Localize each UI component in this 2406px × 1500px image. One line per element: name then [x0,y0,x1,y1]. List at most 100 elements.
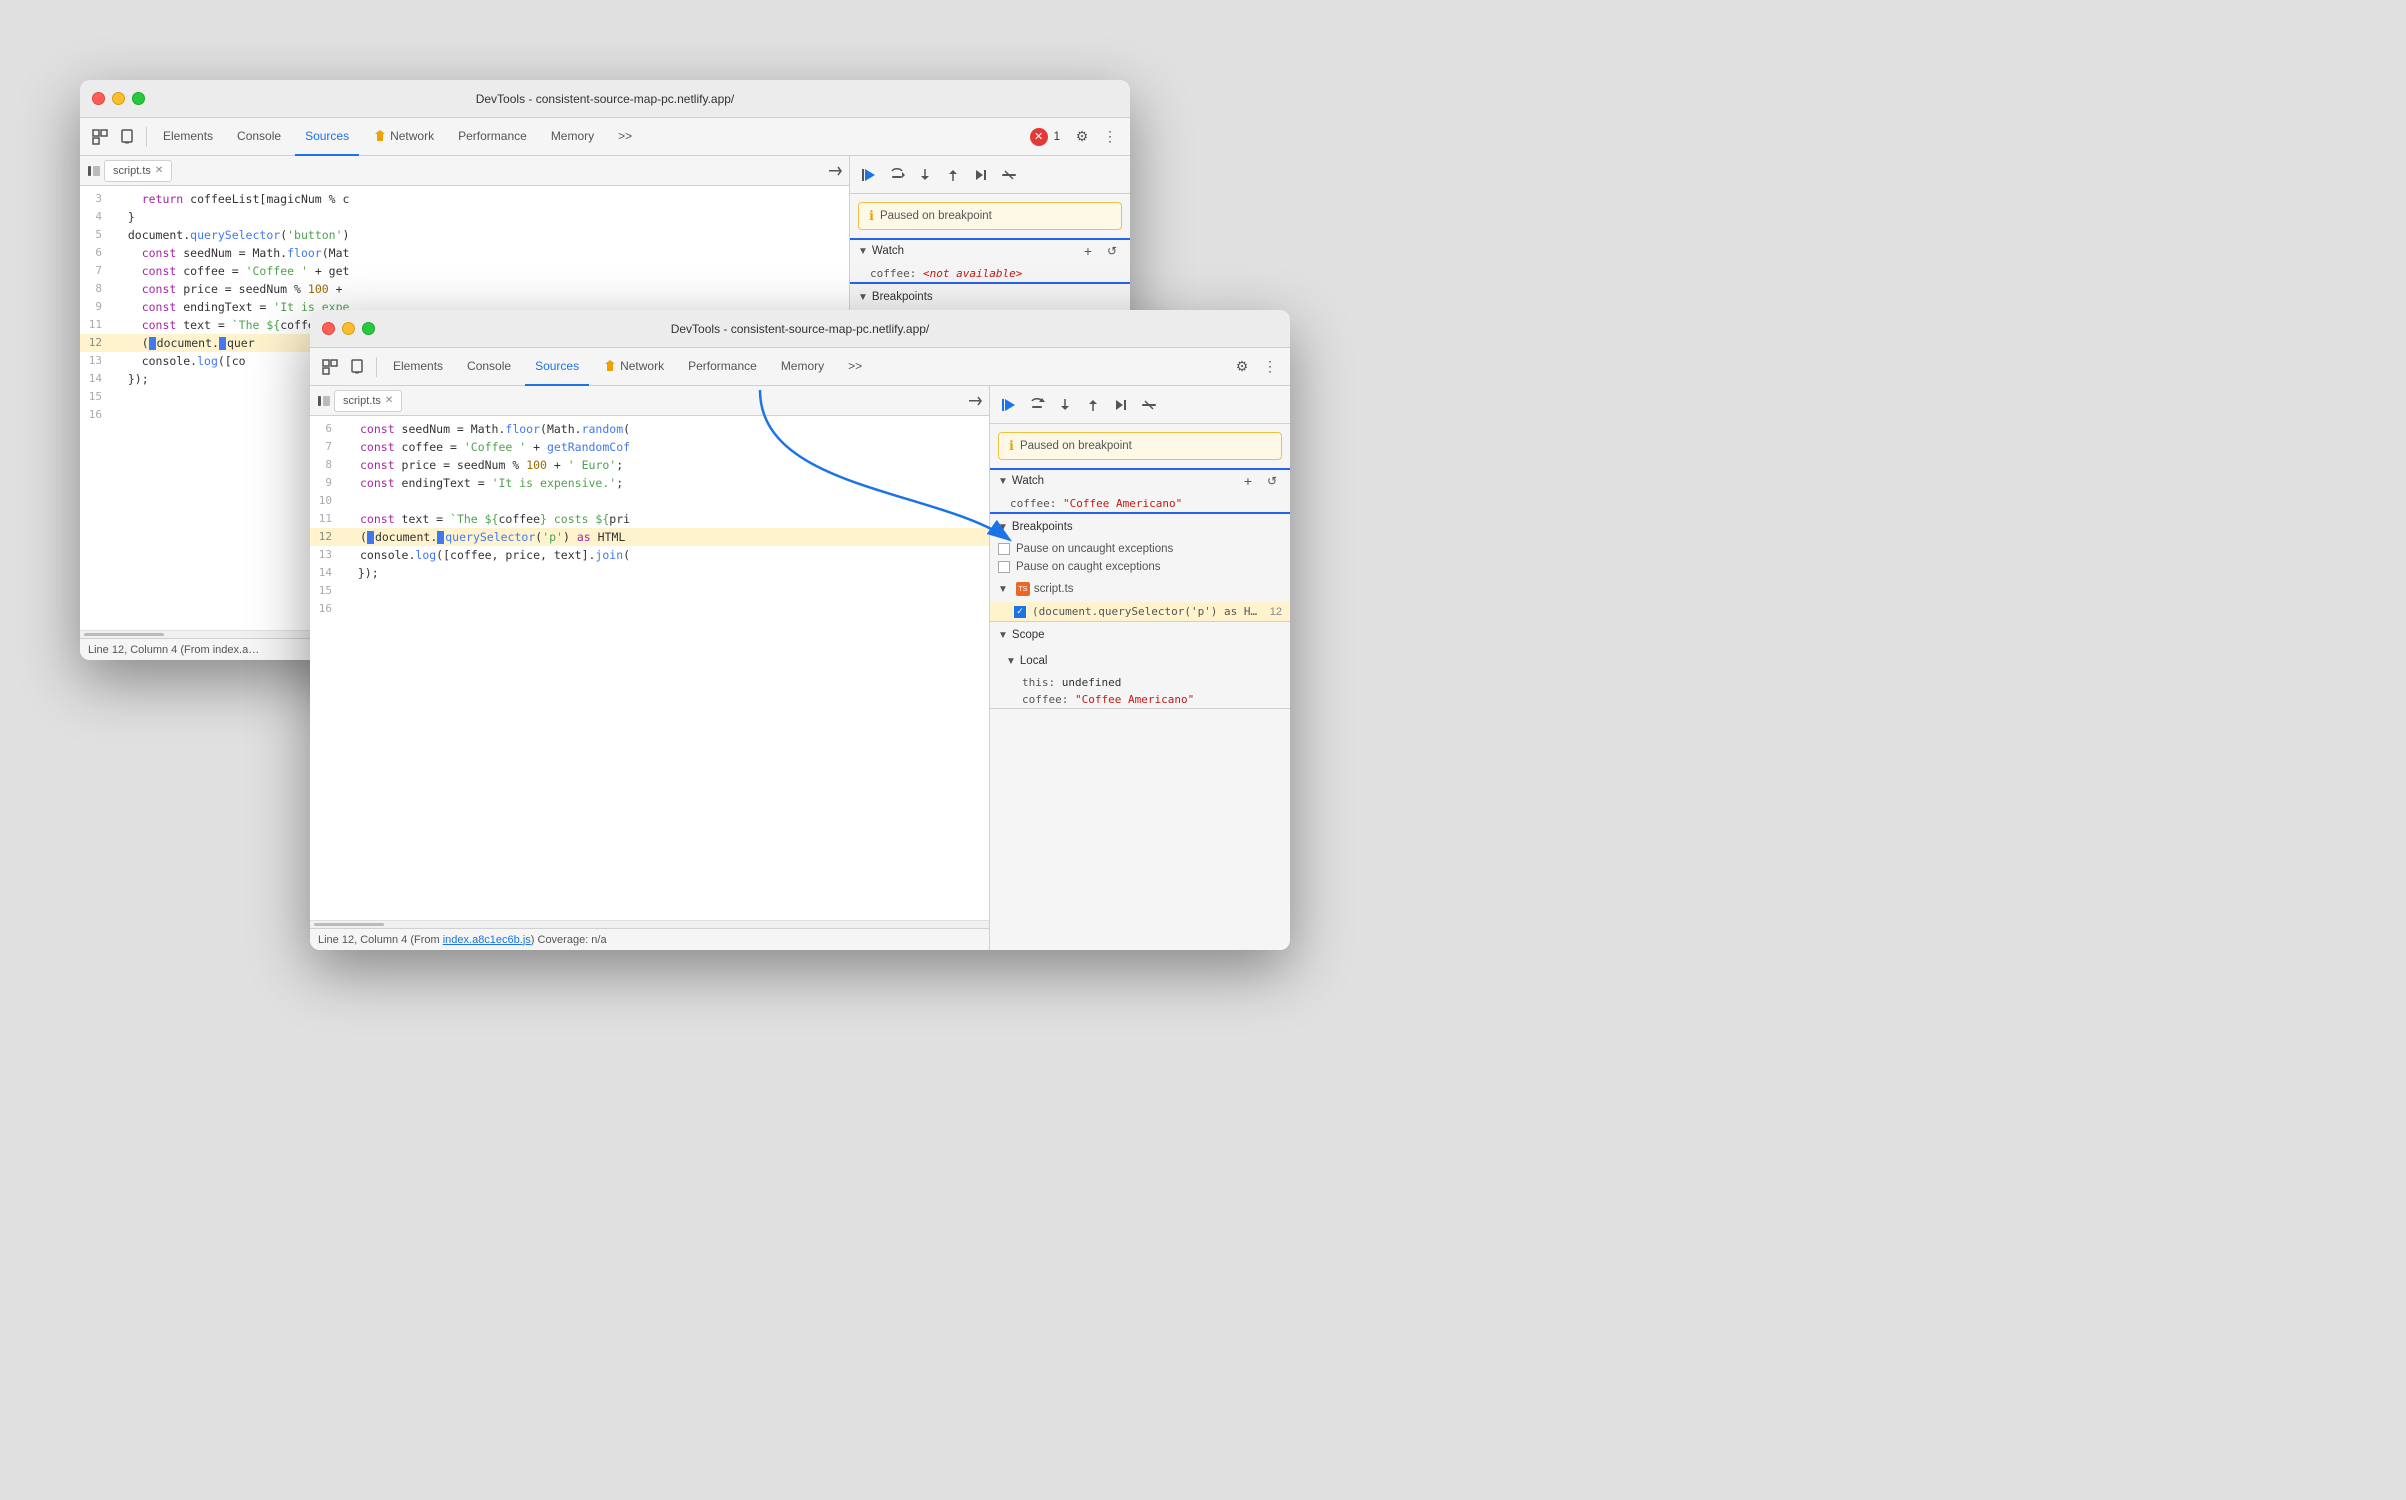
code-line-16-front: 16 [310,600,989,618]
step-out-btn-back[interactable] [942,164,964,186]
source-nav-more-back[interactable] [825,161,845,181]
watch-header-back[interactable]: ▼ Watch + ↺ [850,238,1130,264]
code-line-4: 4 } [80,208,849,226]
devtools-content-front: script.ts ✕ 6 const seedNum = Math.floor… [310,386,1290,950]
device-icon-front[interactable] [346,355,370,379]
paused-banner-back: ℹ Paused on breakpoint [858,202,1122,230]
code-line-7-front: 7 const coffee = 'Coffee ' + getRandomCo… [310,438,989,456]
tab-sources-front[interactable]: Sources [525,348,589,386]
maximize-button-front[interactable] [362,322,375,335]
tab-network-front[interactable]: Network [593,348,674,386]
add-watch-btn-front[interactable]: + [1238,471,1258,491]
tab-sources-back[interactable]: Sources [295,118,359,156]
maximize-button-back[interactable] [132,92,145,105]
tab-performance-back[interactable]: Performance [448,118,537,156]
scope-coffee-front: coffee: "Coffee Americano" [990,691,1290,708]
scope-section-front: ▼ Scope ▼ Local this: undefined coffee: … [990,622,1290,709]
close-button-back[interactable] [92,92,105,105]
tab-performance-front[interactable]: Performance [678,348,767,386]
minimize-button-back[interactable] [112,92,125,105]
source-tab-bar-front: script.ts ✕ [310,386,989,416]
code-line-10-front: 10 [310,492,989,510]
inspect-icon[interactable] [88,125,112,149]
refresh-watch-btn-back[interactable]: ↺ [1102,241,1122,261]
code-line-12-front: 12 (document.querySelector('p') as HTML [310,528,989,546]
watch-item-back: coffee: <not available> [850,264,1130,283]
step-over-btn-front[interactable] [1026,394,1048,416]
tab-more-back[interactable]: >> [608,118,642,156]
more-icon-back[interactable]: ⋮ [1098,125,1122,149]
device-icon[interactable] [116,125,140,149]
step-btn-front[interactable] [1110,394,1132,416]
bp-triangle-back: ▼ [858,292,868,303]
more-icon-front[interactable]: ⋮ [1258,355,1282,379]
settings-icon-back[interactable]: ⚙ [1070,125,1094,149]
source-file-tab-front[interactable]: script.ts ✕ [334,390,402,412]
watch-section-front: ▼ Watch + ↺ coffee: "Coffee Americano" [990,468,1290,514]
step-into-btn-front[interactable] [1054,394,1076,416]
watch-triangle-front: ▼ [998,476,1008,487]
code-line-5: 5 document.querySelector('button') [80,226,849,244]
status-link-front[interactable]: index.a8c1ec6b.js [443,934,531,946]
bp-triangle-front: ▼ [998,522,1008,533]
resume-btn-back[interactable] [858,164,880,186]
info-icon-front: ℹ [1009,438,1014,454]
sidebar-toggle-back[interactable] [84,161,104,181]
deactivate-btn-front[interactable] [1138,394,1160,416]
close-file-tab-back[interactable]: ✕ [155,165,163,176]
minimize-button-front[interactable] [342,322,355,335]
resume-btn-front[interactable] [998,394,1020,416]
bp-check-caught-front[interactable] [998,561,1010,573]
step-btn-back[interactable] [970,164,992,186]
title-bar-back: DevTools - consistent-source-map-pc.netl… [80,80,1130,118]
devtools-tabs-front: Elements Console Sources Network Perform… [310,348,1290,386]
error-count-back: 1 [1054,131,1060,143]
inspect-icon-front[interactable] [318,355,342,379]
breakpoints-header-front[interactable]: ▼ Breakpoints [990,514,1290,540]
tab-network-back[interactable]: Network [363,118,444,156]
bp-file-triangle-front: ▼ [998,584,1008,595]
traffic-lights-front [322,322,375,335]
tab-console-back[interactable]: Console [227,118,291,156]
code-line-3: 3 return coffeeList[magicNum % c [80,190,849,208]
tab-elements-back[interactable]: Elements [153,118,223,156]
debug-controls-front [990,386,1290,424]
tab-elements-front[interactable]: Elements [383,348,453,386]
deactivate-btn-back[interactable] [998,164,1020,186]
scope-header-front[interactable]: ▼ Scope [990,622,1290,648]
tab-memory-front[interactable]: Memory [771,348,834,386]
bp-check-uncaught-front[interactable] [998,543,1010,555]
step-into-btn-back[interactable] [914,164,936,186]
watch-actions-front: + ↺ [1238,471,1282,491]
code-line-8-front: 8 const price = seedNum % 100 + ' Euro'; [310,456,989,474]
watch-header-front[interactable]: ▼ Watch + ↺ [990,468,1290,494]
refresh-watch-btn-front[interactable]: ↺ [1262,471,1282,491]
sidebar-toggle-front[interactable] [314,391,334,411]
scope-local-triangle-front: ▼ [1006,656,1016,667]
error-badge-back: ✕ [1030,128,1048,146]
step-over-btn-back[interactable] [886,164,908,186]
tab-memory-back[interactable]: Memory [541,118,604,156]
info-icon-back: ℹ [869,208,874,224]
scope-local-header-front[interactable]: ▼ Local [990,648,1290,674]
step-out-btn-front[interactable] [1082,394,1104,416]
add-watch-btn-back[interactable]: + [1078,241,1098,261]
bp-file-header-front[interactable]: ▼ TS script.ts [990,576,1290,602]
settings-icon-front[interactable]: ⚙ [1230,355,1254,379]
tab-console-front[interactable]: Console [457,348,521,386]
source-file-tab-back[interactable]: script.ts ✕ [104,160,172,182]
devtools-window-front: DevTools - consistent-source-map-pc.netl… [310,310,1290,950]
bp-entry-check-front[interactable] [1014,606,1026,618]
source-nav-more-front[interactable] [965,391,985,411]
scope-this-front: this: undefined [990,674,1290,691]
close-button-front[interactable] [322,322,335,335]
code-line-15-front: 15 [310,582,989,600]
code-editor-front[interactable]: 6 const seedNum = Math.floor(Math.random… [310,416,989,920]
code-line-6-front: 6 const seedNum = Math.floor(Math.random… [310,420,989,438]
tab-more-front[interactable]: >> [838,348,872,386]
close-file-tab-front[interactable]: ✕ [385,395,393,406]
title-bar-front: DevTools - consistent-source-map-pc.netl… [310,310,1290,348]
breakpoints-header-back[interactable]: ▼ Breakpoints [850,284,1130,310]
h-scrollbar-front[interactable] [310,920,989,928]
devtools-tabs-back: Elements Console Sources Network Perform… [80,118,1130,156]
